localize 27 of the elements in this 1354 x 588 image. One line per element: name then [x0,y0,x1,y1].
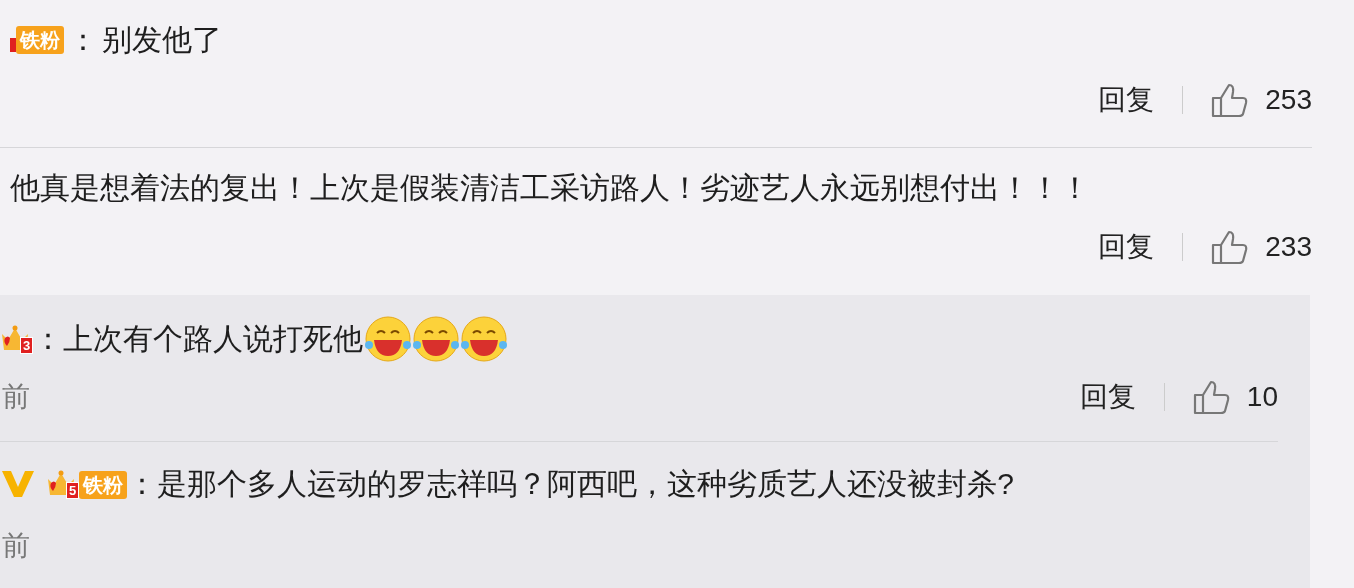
reply-link[interactable]: 回复 [1079,383,1136,411]
like-count: 253 [1265,86,1312,114]
level-badge: 5 [66,482,80,499]
thumbs-up-icon[interactable] [1211,82,1250,118]
thumbs-up-icon[interactable] [1192,379,1231,415]
thumbs-up-icon[interactable] [1211,229,1250,265]
fan-badge: 铁粉 [79,471,128,499]
colon: ： [33,324,64,354]
timestamp: 前 [2,383,30,411]
comment-text: 别发他了 [102,25,222,55]
reply-link[interactable]: 回复 [1098,86,1155,114]
like-count: 10 [1246,383,1278,411]
level-badge: 3 [20,337,34,354]
verified-v-icon [0,469,36,499]
colon: ： [68,25,98,55]
laughing-emoji-icon [411,315,462,363]
level-badge-icon [10,38,16,52]
reply-text: 是那个多人运动的罗志祥吗？阿西吧，这种劣质艺人还没被封杀? [157,469,1014,499]
reply-text: 上次有个路人说打死他 [63,324,364,354]
colon: ： [127,469,158,499]
fan-badge: 铁粉 [16,26,64,54]
reply-link[interactable]: 回复 [1098,233,1155,261]
laughing-emoji-icon [363,315,414,363]
comment-text: 他真是想着法的复出！上次是假装清洁工采访路人！劣迹艺人永远别想付出！！！ [10,173,1090,203]
laughing-emoji-icon [459,315,510,363]
like-count: 233 [1265,233,1312,261]
timestamp: 前 [2,532,30,560]
